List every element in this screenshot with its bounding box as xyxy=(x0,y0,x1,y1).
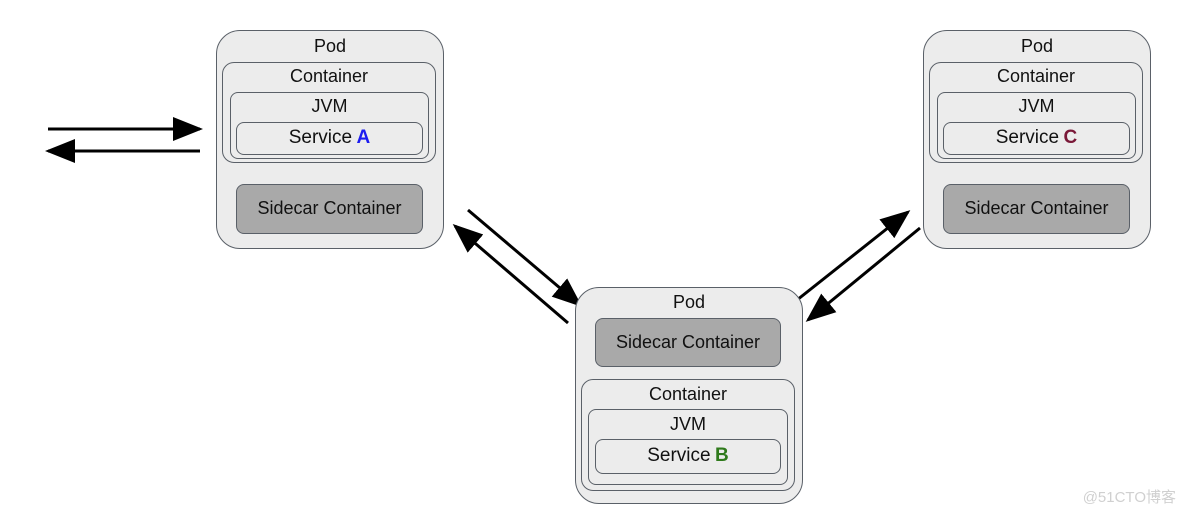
service-a: Service A xyxy=(236,122,423,155)
pod-title: Pod xyxy=(1020,36,1054,56)
jvm-label: JVM xyxy=(1018,96,1055,116)
sidecar-c: Sidecar Container xyxy=(943,184,1130,234)
service-label: Service xyxy=(288,127,353,148)
container-label: Container xyxy=(996,66,1076,86)
watermark: @51CTO博客 xyxy=(1082,489,1176,506)
arrow-b-to-a xyxy=(452,224,569,325)
jvm-label: JVM xyxy=(670,414,706,434)
sidecar-label: Sidecar Container xyxy=(964,198,1109,218)
sidecar-a: Sidecar Container xyxy=(236,184,423,234)
sidecar-label: Sidecar Container xyxy=(615,332,761,352)
container-label: Container xyxy=(648,384,728,404)
service-letter: A xyxy=(356,127,371,148)
arrow-c-to-b xyxy=(805,226,921,322)
service-label: Service xyxy=(647,445,711,466)
service-b: Service B xyxy=(595,439,781,474)
container-label: Container xyxy=(289,66,369,86)
service-label: Service xyxy=(995,127,1060,148)
jvm-label: JVM xyxy=(311,96,348,116)
arrow-b-to-c xyxy=(796,210,911,302)
service-letter: C xyxy=(1063,127,1078,148)
arrow-a-to-b xyxy=(467,208,583,307)
service-letter: B xyxy=(715,445,729,466)
sidecar-b: Sidecar Container xyxy=(595,318,781,367)
sidecar-label: Sidecar Container xyxy=(257,198,402,218)
pod-title: Pod xyxy=(313,36,347,56)
pod-title: Pod xyxy=(672,292,706,312)
service-c: Service C xyxy=(943,122,1130,155)
